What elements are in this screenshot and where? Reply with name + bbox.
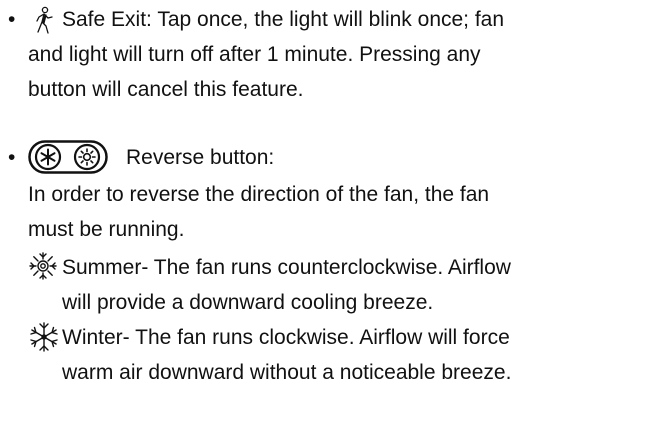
winter-line-2: warm air downward without a noticeable b… (62, 361, 512, 384)
reverse-desc-line-2: must be running. (28, 218, 185, 241)
safe-exit-line-2: and light will turn off after 1 minute. … (28, 43, 481, 66)
summer-sun-icon (28, 251, 58, 281)
summer-sun-icon (73, 143, 101, 171)
summer-line-2: will provide a downward cooling breeze. (62, 291, 434, 314)
summer-line-1: Summer- The fan runs counterclockwise. A… (62, 256, 511, 279)
manual-page: • Safe Exit: Tap once, the light will bl… (0, 0, 667, 423)
winter-snowflake-icon (34, 143, 62, 171)
bullet: • (8, 8, 16, 31)
winter-snowflake-icon (28, 321, 60, 353)
safe-exit-line-3: button will cancel this feature. (28, 78, 304, 101)
reverse-button-icon (28, 140, 108, 174)
safe-exit-line-1: Safe Exit: Tap once, the light will blin… (62, 8, 505, 31)
reverse-desc-line-1: In order to reverse the direction of the… (28, 183, 490, 206)
walking-person-icon (32, 6, 56, 34)
reverse-title: Reverse button: (126, 146, 275, 169)
winter-line-1: Winter- The fan runs clockwise. Airflow … (62, 326, 510, 349)
bullet: • (8, 146, 16, 169)
